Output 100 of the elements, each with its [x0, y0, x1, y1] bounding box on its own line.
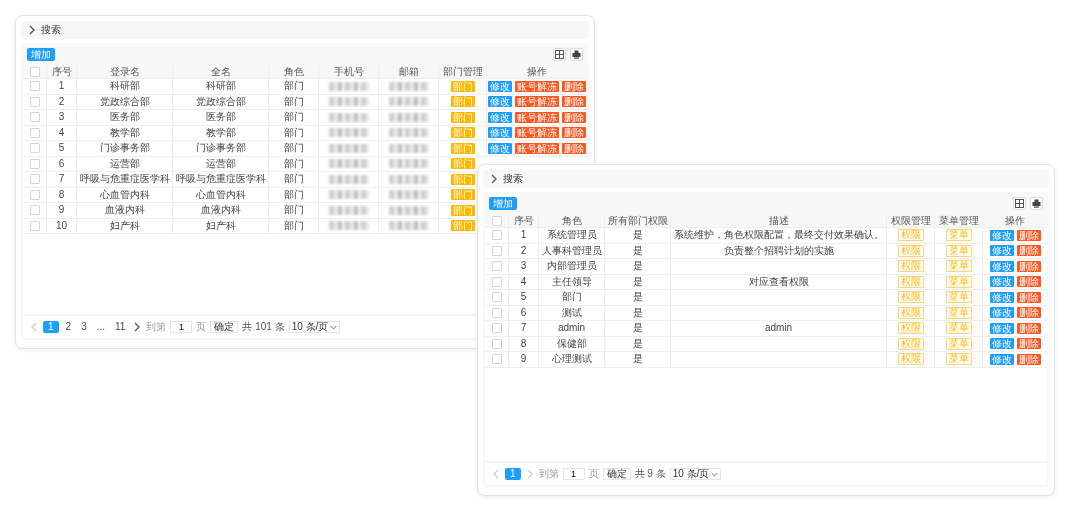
page-jump-field[interactable]: 1 — [170, 321, 193, 333]
checkbox[interactable] — [491, 230, 502, 241]
department-tag[interactable]: 部门 — [450, 111, 475, 123]
checkbox[interactable] — [29, 174, 40, 185]
search-toggle[interactable]: 搜索 — [21, 21, 589, 39]
action-button[interactable]: 删除 — [1016, 322, 1041, 334]
checkbox[interactable] — [29, 205, 40, 216]
edit-button[interactable]: 修改 — [989, 260, 1014, 272]
checkbox[interactable] — [29, 112, 40, 123]
add-button[interactable]: 增加 — [489, 196, 517, 210]
department-tag[interactable]: 部门 — [450, 127, 475, 139]
checkbox[interactable] — [491, 323, 502, 334]
action-button[interactable]: 删除 — [1016, 229, 1041, 241]
page-button[interactable]: 3 — [78, 321, 90, 333]
tag-button[interactable]: 权限 — [897, 244, 924, 257]
action-button[interactable]: 删除 — [1016, 353, 1041, 365]
action-button[interactable]: 删除 — [562, 111, 586, 123]
tag-button[interactable]: 菜单 — [945, 275, 972, 288]
print-button[interactable] — [1030, 196, 1043, 210]
action-button[interactable]: 账号解冻 — [515, 142, 559, 154]
department-tag[interactable]: 部门 — [451, 204, 475, 216]
checkbox[interactable] — [29, 189, 40, 200]
action-button[interactable]: 账号解冻 — [515, 111, 559, 123]
action-button[interactable]: 删除 — [1016, 291, 1041, 303]
print-button[interactable] — [570, 47, 583, 61]
edit-button[interactable]: 修改 — [488, 111, 512, 123]
action-button[interactable]: 账号解冻 — [515, 80, 559, 92]
tag-button[interactable]: 权限 — [897, 229, 924, 242]
checkbox[interactable] — [29, 96, 40, 107]
action-button[interactable]: 账号解冻 — [515, 127, 559, 139]
tag-button[interactable]: 权限 — [897, 275, 924, 288]
tag-button[interactable]: 权限 — [897, 260, 924, 273]
action-button[interactable]: 删除 — [562, 96, 586, 108]
edit-button[interactable]: 修改 — [488, 127, 512, 139]
checkbox[interactable] — [29, 81, 40, 92]
edit-button[interactable]: 修改 — [989, 276, 1014, 288]
department-tag[interactable]: 部门 — [451, 158, 475, 170]
page-button[interactable]: ... — [93, 321, 109, 333]
edit-button[interactable]: 修改 — [488, 142, 512, 154]
checkbox[interactable] — [29, 220, 40, 231]
action-button[interactable]: 删除 — [562, 127, 586, 139]
tag-button[interactable]: 菜单 — [945, 322, 972, 335]
column-settings-button[interactable] — [553, 47, 566, 61]
checkbox[interactable] — [491, 245, 502, 256]
tag-button[interactable]: 权限 — [897, 306, 924, 319]
action-button[interactable]: 删除 — [1016, 276, 1041, 288]
department-tag[interactable]: 部门 — [450, 96, 475, 108]
edit-button[interactable]: 修改 — [989, 322, 1014, 334]
action-button[interactable]: 删除 — [1016, 245, 1041, 257]
search-toggle[interactable]: 搜索 — [483, 170, 1049, 188]
tag-button[interactable]: 权限 — [897, 322, 924, 335]
action-button[interactable]: 删除 — [562, 142, 586, 154]
department-tag[interactable]: 部门 — [451, 189, 475, 201]
edit-button[interactable]: 修改 — [989, 291, 1014, 303]
confirm-button[interactable]: 确定 — [210, 321, 239, 333]
page-size-select[interactable]: 10 条/页 — [669, 468, 722, 480]
confirm-button[interactable]: 确定 — [602, 468, 631, 480]
department-tag[interactable]: 部门 — [451, 220, 475, 232]
checkbox[interactable] — [491, 292, 502, 303]
edit-button[interactable]: 修改 — [488, 80, 512, 92]
tag-button[interactable]: 菜单 — [945, 229, 972, 242]
checkbox[interactable] — [491, 215, 502, 226]
tag-button[interactable]: 权限 — [897, 291, 924, 304]
department-tag[interactable]: 部门 — [451, 173, 475, 185]
tag-button[interactable]: 菜单 — [945, 260, 972, 273]
edit-button[interactable]: 修改 — [989, 353, 1014, 365]
checkbox[interactable] — [491, 276, 502, 287]
tag-button[interactable]: 权限 — [897, 337, 924, 350]
checkbox[interactable] — [29, 143, 40, 154]
tag-button[interactable]: 菜单 — [945, 337, 972, 350]
page-button[interactable]: 2 — [62, 321, 75, 333]
action-button[interactable]: 账号解冻 — [515, 96, 559, 108]
tag-button[interactable]: 权限 — [897, 353, 924, 366]
checkbox[interactable] — [29, 66, 40, 77]
edit-button[interactable]: 修改 — [989, 307, 1014, 319]
tag-button[interactable]: 菜单 — [945, 244, 972, 257]
action-button[interactable]: 删除 — [1016, 307, 1041, 319]
edit-button[interactable]: 修改 — [488, 96, 512, 108]
page-jump-field[interactable]: 1 — [562, 468, 585, 480]
department-tag[interactable]: 部门 — [450, 80, 475, 92]
edit-button[interactable]: 修改 — [989, 229, 1014, 241]
page-button[interactable]: 1 — [505, 468, 521, 480]
column-settings-button[interactable] — [1013, 196, 1026, 210]
add-button[interactable]: 增加 — [27, 47, 55, 61]
page-button[interactable]: 1 — [43, 321, 59, 333]
checkbox[interactable] — [491, 307, 502, 318]
checkbox[interactable] — [491, 338, 502, 349]
action-button[interactable]: 删除 — [562, 80, 586, 92]
page-size-select[interactable]: 10 条/页 — [288, 321, 341, 333]
checkbox[interactable] — [491, 261, 502, 272]
tag-button[interactable]: 菜单 — [945, 306, 972, 319]
page-button[interactable]: 11 — [112, 321, 129, 333]
checkbox[interactable] — [29, 127, 40, 138]
action-button[interactable]: 删除 — [1016, 338, 1041, 350]
action-button[interactable]: 删除 — [1016, 260, 1041, 272]
edit-button[interactable]: 修改 — [989, 245, 1014, 257]
checkbox[interactable] — [29, 158, 40, 169]
tag-button[interactable]: 菜单 — [945, 353, 972, 366]
edit-button[interactable]: 修改 — [989, 338, 1014, 350]
checkbox[interactable] — [491, 354, 502, 365]
